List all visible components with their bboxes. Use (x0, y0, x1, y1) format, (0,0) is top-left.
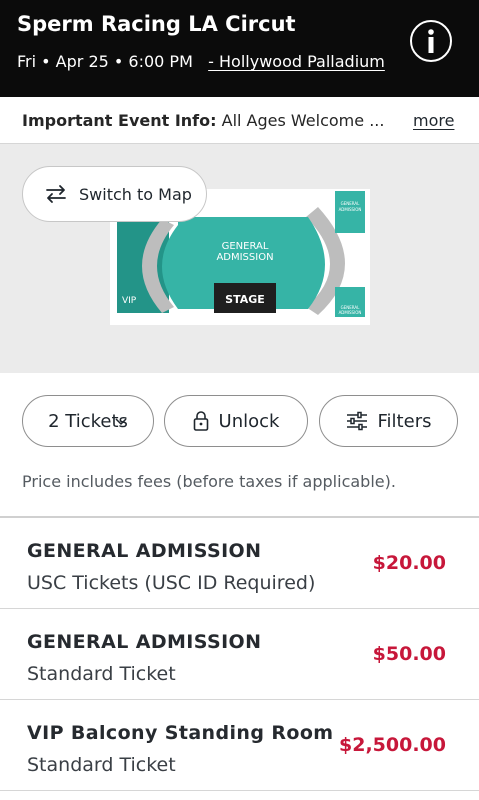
important-info-text: Important Event Info: All Ages Welcome .… (22, 111, 407, 130)
listing-name: VIP Balcony Standing Room (27, 722, 334, 744)
stage-label: STAGE (225, 293, 265, 306)
unlock-button[interactable]: Unlock (164, 395, 308, 447)
switch-to-map-label: Switch to Map (79, 184, 192, 204)
event-date-time: Fri • Apr 25 • 6:00 PM (17, 52, 193, 71)
side-ga-bottom-label-2: ADMISSION (339, 310, 362, 315)
ticket-listings: GENERAL ADMISSION USC Tickets (USC ID Re… (0, 516, 479, 791)
event-title: Sperm Racing LA Circut (17, 12, 296, 36)
lock-icon (193, 411, 208, 431)
seat-map-area: STAGE GENERAL ADMISSION VIP GENERAL ADMI… (0, 144, 479, 373)
important-info-label: Important Event Info: (22, 111, 217, 130)
listing-subtitle: USC Tickets (USC ID Required) (27, 572, 316, 594)
listing-row[interactable]: VIP Balcony Standing Room Standard Ticke… (0, 700, 479, 791)
side-ga-top[interactable] (335, 191, 365, 233)
fees-note: Price includes fees (before taxes if app… (22, 472, 396, 491)
important-info-summary: All Ages Welcome ... (221, 111, 385, 130)
listing-price: $50.00 (372, 643, 446, 665)
filters-label: Filters (377, 410, 432, 432)
listing-name: GENERAL ADMISSION (27, 540, 262, 562)
ga-label-line2: ADMISSION (216, 252, 273, 263)
venue-link[interactable]: - Hollywood Palladium (208, 52, 385, 71)
vip-label: VIP (122, 296, 137, 306)
switch-to-map-button[interactable]: Switch to Map (22, 166, 207, 222)
listing-price: $2,500.00 (339, 734, 446, 756)
listing-subtitle: Standard Ticket (27, 663, 176, 685)
side-ga-top-label-1: GENERAL (341, 201, 361, 206)
info-button[interactable] (410, 20, 452, 62)
event-subline: Fri • Apr 25 • 6:00 PM - Hollywood Palla… (17, 52, 412, 71)
event-header: Sperm Racing LA Circut Fri • Apr 25 • 6:… (0, 0, 479, 97)
chevron-down-icon (115, 418, 127, 426)
swap-arrows-icon (46, 185, 66, 203)
sliders-icon (346, 411, 367, 431)
listing-name: GENERAL ADMISSION (27, 631, 262, 653)
ticket-quantity-button[interactable]: 2 Tickets (22, 395, 154, 447)
listing-row[interactable]: GENERAL ADMISSION Standard Ticket $50.00 (0, 609, 479, 700)
side-ga-top-label-2: ADMISSION (339, 207, 362, 212)
listing-subtitle: Standard Ticket (27, 754, 176, 776)
ga-label-line1: GENERAL (222, 241, 269, 252)
filters-button[interactable]: Filters (319, 395, 458, 447)
unlock-label: Unlock (218, 410, 280, 432)
listing-row[interactable]: GENERAL ADMISSION USC Tickets (USC ID Re… (0, 518, 479, 609)
info-icon (428, 29, 434, 53)
more-link[interactable]: more (413, 111, 454, 130)
listing-price: $20.00 (372, 552, 446, 574)
important-info-bar: Important Event Info: All Ages Welcome .… (0, 97, 479, 144)
